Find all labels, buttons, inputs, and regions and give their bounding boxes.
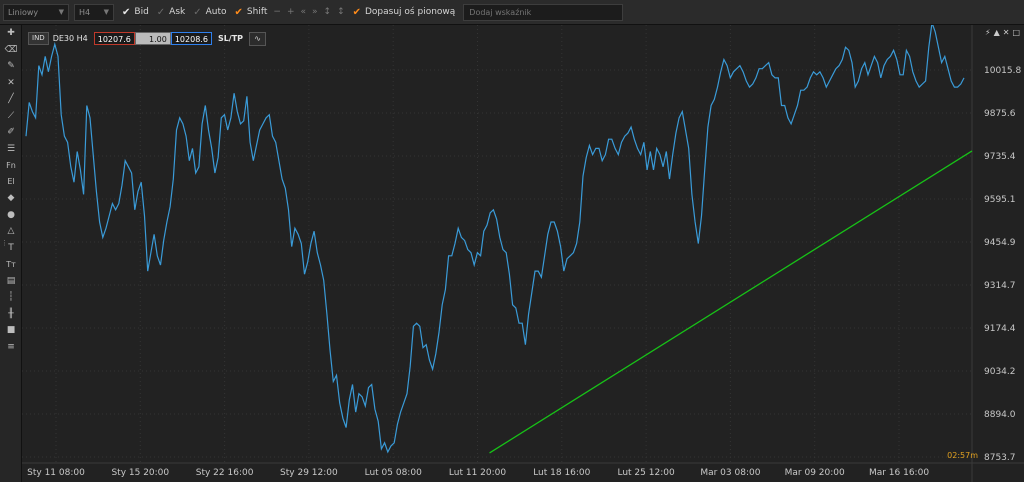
- time-tick-label: Lut 11 20:00: [449, 468, 506, 478]
- triangle-tool-icon[interactable]: △: [0, 223, 22, 240]
- ray-line-icon[interactable]: ⟋: [0, 108, 22, 125]
- checkmark-icon: ✔: [234, 6, 243, 18]
- time-tick-label: Mar 16 16:00: [869, 468, 929, 478]
- timeframe-select[interactable]: H4 ▼: [74, 3, 114, 21]
- fan-tool-icon[interactable]: Fn: [0, 157, 22, 174]
- auto-label: Auto: [205, 7, 227, 17]
- time-tick-label: Sty 15 20:00: [111, 468, 169, 478]
- chart-type-value: Liniowy: [8, 7, 39, 17]
- pencil-tool-icon[interactable]: ✎: [0, 58, 22, 75]
- checkmark-icon: ✔: [352, 6, 361, 18]
- zoom-out-icon[interactable]: −: [273, 7, 281, 17]
- expand-vertical-icon[interactable]: ↕: [324, 7, 332, 17]
- price-tick-label: 8753.7: [984, 453, 1016, 463]
- zoom-in-icon[interactable]: +: [287, 7, 295, 17]
- chevron-down-icon: ▼: [103, 8, 109, 16]
- chart-window-controls: ⚡ ▲ ✕ □: [985, 28, 1020, 37]
- sl-tp-button[interactable]: SL/TP: [218, 34, 243, 43]
- checkmark-icon: ✓: [156, 6, 166, 18]
- indicator-wave-icon[interactable]: ∿: [249, 31, 267, 46]
- checkmark-icon: ✔: [122, 6, 131, 18]
- magic-wand-icon[interactable]: ⚡: [985, 28, 991, 37]
- price-chart[interactable]: 10015.8 9875.6 9735.4 9595.1 9454.9 9314.7 917…: [22, 25, 1024, 482]
- price-tick-label: 9034.2: [984, 367, 1016, 377]
- instrument-header: IND DE30 H4 10207.6 1.00 10208.6 SL/TP ∿: [28, 31, 267, 46]
- scroll-right-icon[interactable]: »: [312, 7, 318, 17]
- measure-icon[interactable]: ╫: [0, 306, 22, 323]
- marker-icon[interactable]: ●: [0, 207, 22, 224]
- add-indicator-input[interactable]: [463, 3, 624, 21]
- trend-line-icon[interactable]: ╱: [0, 91, 22, 108]
- menu-icon[interactable]: ≡: [0, 339, 22, 356]
- price-tick-label: 9174.4: [984, 324, 1016, 334]
- price-tick-label: 9735.4: [984, 152, 1016, 162]
- price-tick-label: 9454.9: [984, 238, 1016, 248]
- camera-icon[interactable]: ■: [0, 322, 22, 339]
- time-tick-label: Sty 11 08:00: [27, 468, 85, 478]
- crosshair-icon[interactable]: ✚: [0, 25, 22, 42]
- main-toolbar: Liniowy ▼ H4 ▼ ✔ Bid ✓ Ask ✓ Auto ✔ Shif…: [0, 0, 1024, 25]
- drop-icon[interactable]: ◆: [0, 190, 22, 207]
- drag-handle-icon[interactable]: ⋮: [1, 240, 8, 255]
- candles-icon[interactable]: ┆: [0, 289, 22, 306]
- instrument-name: DE30 H4: [52, 34, 88, 43]
- drawing-tools-sidebar: ✚ ⌫ ✎ ✕ ╱ ⟋ ✐ ☰ Fn El ◆ ● △ T Tт ▤ ┆ ╫ ■…: [0, 25, 22, 482]
- bid-label: Bid: [134, 7, 149, 17]
- auto-toggle[interactable]: ✓ Auto: [193, 7, 226, 18]
- candle-timer: 02:57m: [947, 451, 978, 460]
- ask-toggle[interactable]: ✓ Ask: [157, 7, 185, 18]
- price-tick-label: 9595.1: [984, 195, 1016, 205]
- brush-icon[interactable]: ✐: [0, 124, 22, 141]
- buy-price-button[interactable]: 10208.6: [170, 32, 212, 45]
- price-series-line: [25, 25, 965, 454]
- eraser-icon[interactable]: ⌫: [0, 42, 22, 59]
- chart-type-select[interactable]: Liniowy ▼: [3, 3, 69, 21]
- fit-axis-toggle[interactable]: ✔ Dopasuj oś pionową: [353, 7, 456, 18]
- maximize-icon[interactable]: □: [1012, 28, 1020, 37]
- delete-drawing-icon[interactable]: ✕: [0, 75, 22, 92]
- checkmark-icon: ✓: [193, 6, 202, 18]
- time-tick-label: Mar 03 08:00: [700, 468, 760, 478]
- chevron-down-icon: ▼: [58, 8, 64, 16]
- price-tick-label: 9875.6: [984, 109, 1016, 119]
- time-tick-label: Mar 09 20:00: [785, 468, 845, 478]
- shift-label: Shift: [246, 7, 268, 17]
- text-box-tool-icon[interactable]: Tт: [0, 256, 22, 273]
- price-tick-label: 10015.8: [984, 66, 1021, 76]
- quantity-input[interactable]: 1.00: [134, 32, 171, 45]
- time-tick-label: Lut 05 08:00: [365, 468, 422, 478]
- collapse-vertical-icon[interactable]: ↕: [337, 7, 345, 17]
- close-chart-icon[interactable]: ✕: [1003, 28, 1010, 37]
- fit-axis-label: Dopasuj oś pionową: [365, 7, 456, 17]
- price-tick-label: 9314.7: [984, 281, 1016, 291]
- chart-area[interactable]: 10015.8 9875.6 9735.4 9595.1 9454.9 9314.7 917…: [22, 25, 1024, 482]
- timeframe-value: H4: [79, 7, 91, 17]
- price-tick-label: 8894.0: [984, 410, 1016, 420]
- time-tick-label: Lut 25 12:00: [617, 468, 674, 478]
- sell-price-button[interactable]: 10207.6: [93, 32, 135, 45]
- ask-label: Ask: [169, 7, 186, 17]
- bid-toggle[interactable]: ✔ Bid: [122, 7, 149, 18]
- instrument-type-tag: IND: [28, 32, 49, 45]
- time-tick-label: Sty 29 12:00: [280, 468, 338, 478]
- layers-icon[interactable]: ▤: [0, 273, 22, 290]
- scroll-left-icon[interactable]: «: [300, 7, 306, 17]
- pin-icon[interactable]: ▲: [994, 28, 1000, 37]
- fibonacci-icon[interactable]: ☰: [0, 141, 22, 158]
- ellipse-tool-icon[interactable]: El: [0, 174, 22, 191]
- shift-toggle[interactable]: ✔ Shift: [235, 7, 268, 18]
- time-tick-label: Sty 22 16:00: [196, 468, 254, 478]
- time-tick-label: Lut 18 16:00: [533, 468, 590, 478]
